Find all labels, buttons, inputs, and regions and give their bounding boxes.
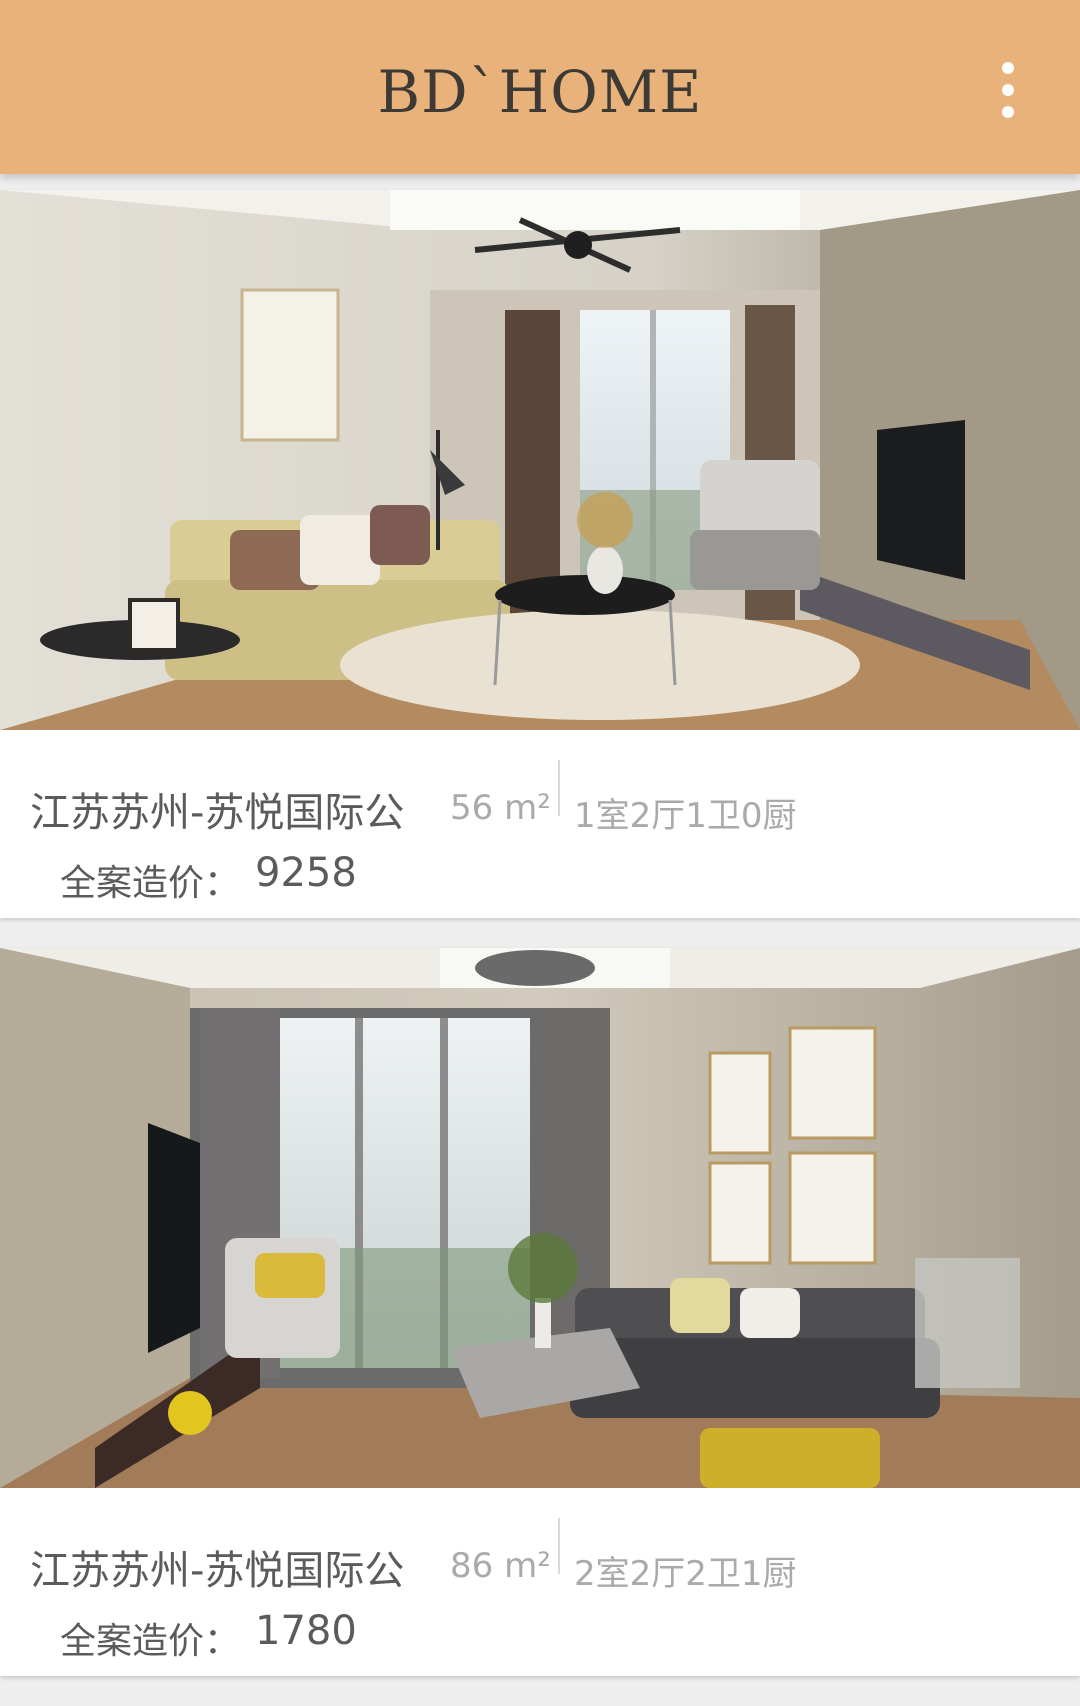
app-title: BD`HOME <box>377 58 703 126</box>
price-label: 全案造价： <box>60 1621 241 1662</box>
price-value: 1780 <box>255 1608 357 1654</box>
listing-info: 江苏苏州-苏悦国际公 56 m² 1室2厅1卫0厨 全案造价： 9258 <box>0 730 1080 918</box>
living-room-photo[interactable] <box>0 190 1080 730</box>
app-bar: BD`HOME <box>0 0 1080 174</box>
price-value: 9258 <box>255 850 357 896</box>
price-label: 全案造价： <box>60 863 241 904</box>
listing-title: 江苏苏州-苏悦国际公 <box>30 1548 405 1594</box>
listing-card[interactable]: 江苏苏州-苏悦国际公 86 m² 2室2厅2卫1厨 全案造价： 1780 <box>0 948 1080 1676</box>
listing-area: 86 m² <box>450 1546 551 1586</box>
listing-card[interactable]: 江苏苏州-苏悦国际公 56 m² 1室2厅1卫0厨 全案造价： 9258 <box>0 190 1080 918</box>
listing-area: 56 m² <box>450 788 551 828</box>
listing-info: 江苏苏州-苏悦国际公 86 m² 2室2厅2卫1厨 全案造价： 1780 <box>0 1488 1080 1676</box>
divider <box>558 760 560 816</box>
listing-layout: 1室2厅1卫0厨 <box>574 796 797 836</box>
listing-list: 江苏苏州-苏悦国际公 56 m² 1室2厅1卫0厨 全案造价： 9258 江苏苏… <box>0 190 1080 1706</box>
more-vertical-icon[interactable] <box>988 62 1028 122</box>
living-room-photo[interactable] <box>0 948 1080 1488</box>
listing-layout: 2室2厅2卫1厨 <box>574 1554 797 1594</box>
listing-title: 江苏苏州-苏悦国际公 <box>30 790 405 836</box>
divider <box>558 1518 560 1574</box>
